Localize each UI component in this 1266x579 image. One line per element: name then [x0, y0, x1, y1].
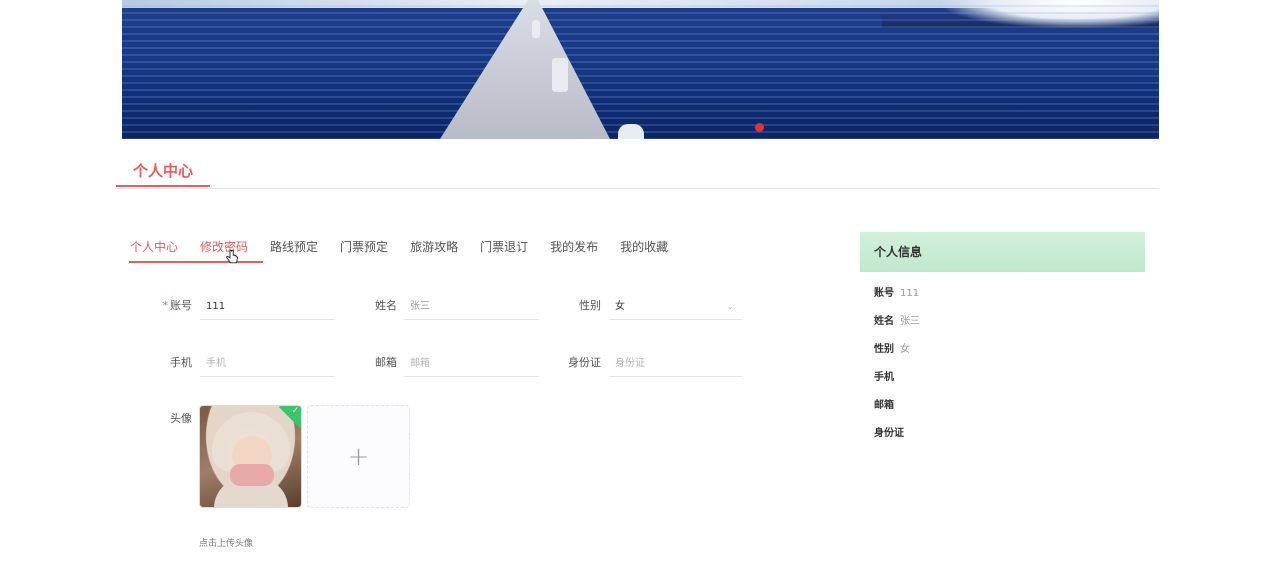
phone-input[interactable]: 手机 — [200, 351, 335, 377]
info-row-id-card: 身份证 — [874, 427, 910, 441]
info-value: 111 — [900, 288, 920, 299]
tab-change-password[interactable]: 修改密码 — [200, 238, 248, 258]
chevron-down-icon: ⌄ — [726, 302, 734, 312]
info-value: 张三 — [900, 316, 920, 327]
tab-travel-guide[interactable]: 旅游攻略 — [410, 238, 458, 258]
personal-info-header: 个人信息 — [860, 232, 1145, 272]
tab-route-booking[interactable]: 路线预定 — [270, 238, 318, 258]
account-label-text: 账号 — [170, 299, 192, 312]
name-input[interactable]: 张三 — [404, 294, 539, 320]
info-key: 手机 — [874, 372, 894, 383]
info-row-gender: 性别女 — [874, 343, 910, 357]
plus-icon: + — [347, 441, 370, 472]
phone-label: 手机 — [170, 356, 192, 369]
info-key: 邮箱 — [874, 400, 894, 411]
tab-user-center[interactable]: 个人中心 — [130, 238, 178, 258]
gender-label: 性别 — [579, 299, 601, 312]
info-row-account: 账号 111 — [874, 287, 919, 301]
carousel-indicator-dot[interactable] — [755, 123, 764, 132]
section-title: 个人中心 — [132, 162, 193, 180]
info-row-email: 邮箱 — [874, 399, 900, 413]
email-input[interactable]: 邮箱 — [404, 351, 539, 377]
check-icon: ✓ — [291, 406, 299, 416]
tab-active-indicator — [129, 261, 263, 263]
name-label: 姓名 — [375, 299, 397, 312]
account-input[interactable]: 111 — [200, 294, 335, 320]
tab-my-posts[interactable]: 我的发布 — [550, 238, 598, 258]
banner-pier-post — [532, 20, 540, 38]
info-value: 女 — [900, 344, 910, 355]
info-key: 账号 — [874, 288, 894, 299]
info-row-name: 姓名 张三 — [874, 315, 920, 329]
avatar-image[interactable]: ✓ — [199, 405, 302, 508]
banner-pier-post — [618, 124, 644, 139]
id-card-label: 身份证 — [568, 356, 601, 369]
gender-select[interactable]: 女 ⌄ — [609, 294, 742, 320]
tab-ticket-refund[interactable]: 门票退订 — [480, 238, 528, 258]
id-card-input[interactable]: 身份证 — [609, 351, 742, 377]
section-title-underline — [116, 185, 210, 187]
section-divider — [116, 188, 1159, 189]
required-mark: * — [162, 299, 169, 312]
banner-pier-post — [552, 58, 568, 92]
banner-carousel[interactable] — [122, 0, 1159, 139]
avatar-hands — [230, 464, 274, 486]
tab-ticket-booking[interactable]: 门票预定 — [340, 238, 388, 258]
info-row-phone: 手机 — [874, 371, 900, 385]
info-key: 姓名 — [874, 316, 894, 327]
account-label: * 账号 — [144, 293, 193, 319]
info-key: 性别 — [874, 344, 894, 355]
avatar-upload-hint: 点击上传头像 — [199, 539, 254, 549]
hand-cursor-icon — [226, 249, 238, 264]
banner-water — [122, 0, 1159, 139]
email-label: 邮箱 — [375, 356, 397, 369]
tab-my-favorites[interactable]: 我的收藏 — [620, 238, 668, 258]
avatar-label: 头像 — [170, 412, 192, 425]
info-key: 身份证 — [874, 428, 904, 439]
avatar-upload-button[interactable]: + — [307, 405, 410, 508]
gender-select-value: 女 — [615, 301, 625, 312]
